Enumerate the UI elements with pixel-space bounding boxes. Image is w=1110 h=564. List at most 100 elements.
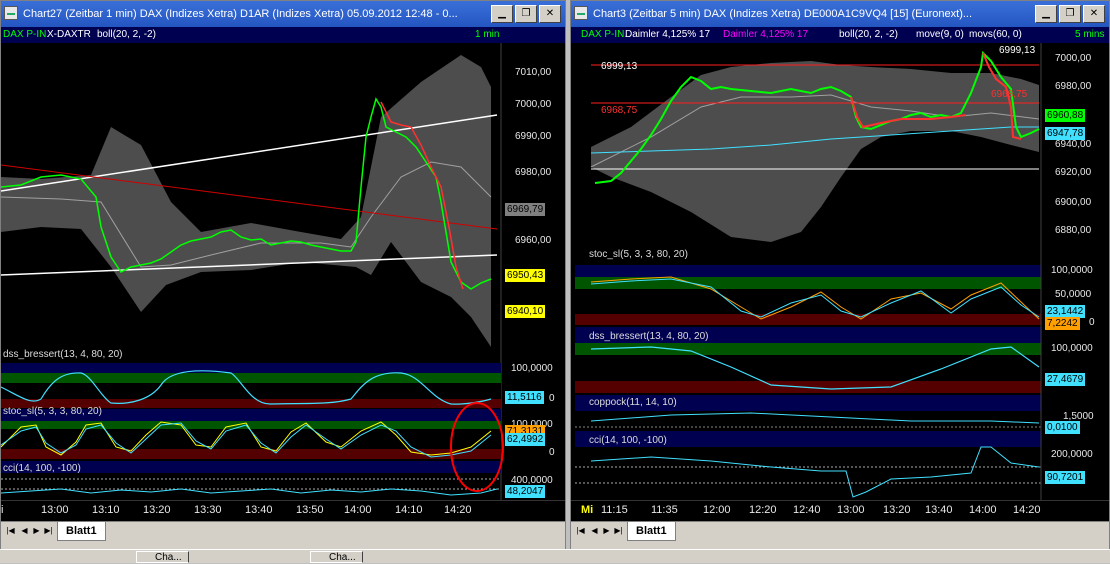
last-sheet-icon[interactable]: ▶| xyxy=(43,524,54,538)
cci-value: 48,2047 xyxy=(505,485,546,498)
movs-label: movs(60, 0) xyxy=(969,29,1022,40)
dss-value: 11,5116 xyxy=(505,391,544,404)
prev-sheet-icon[interactable]: ◀ xyxy=(589,524,600,538)
first-sheet-icon[interactable]: |◀ xyxy=(575,524,586,538)
time-tick: 14:20 xyxy=(1013,504,1041,516)
chart-app-icon[interactable] xyxy=(574,6,588,20)
last-sheet-icon[interactable]: ▶| xyxy=(613,524,624,538)
price-tick: 6980,00 xyxy=(1055,81,1092,92)
stoc-axis-bottom: 0 xyxy=(1089,317,1095,328)
bollinger-label: boll(20, 2, -2) xyxy=(839,29,898,40)
time-tick: 13:30 xyxy=(194,504,222,516)
time-tick: 13:40 xyxy=(925,504,953,516)
chart-app-icon[interactable] xyxy=(4,6,18,20)
time-tick: i xyxy=(1,504,4,516)
time-axis: Mi 11:15 11:35 12:00 12:20 12:40 13:00 1… xyxy=(571,500,1109,521)
time-tick: 13:20 xyxy=(143,504,171,516)
time-tick: 11:15 xyxy=(601,504,628,516)
taskbar-item[interactable]: Cha... xyxy=(136,551,189,563)
time-tick: 14:20 xyxy=(444,504,472,516)
interval-label: 5 mins xyxy=(1075,29,1105,40)
time-tick: 13:00 xyxy=(837,504,865,516)
chart3-area[interactable]: DAX P-IN. Daimler 4,125% 17 Daimler 4,12… xyxy=(571,27,1109,521)
time-tick: 13:10 xyxy=(92,504,120,516)
close-button[interactable]: ✕ xyxy=(539,5,561,23)
price-box-yellow: 6950,43 xyxy=(505,269,546,282)
next-sheet-icon[interactable]: ▶ xyxy=(601,524,612,538)
line-label: 6968,75 xyxy=(991,89,1028,100)
taskbar-item[interactable]: Cha... xyxy=(310,551,363,563)
price-box-cyan: 6947,78 xyxy=(1045,127,1086,140)
chart3-window[interactable]: Chart3 (Zeitbar 5 min) DAX (Indizes Xetr… xyxy=(570,0,1110,550)
chart3-titlebar[interactable]: Chart3 (Zeitbar 5 min) DAX (Indizes Xetr… xyxy=(571,1,1109,27)
dss-value: 27,4679 xyxy=(1045,373,1086,386)
time-tick: 12:00 xyxy=(703,504,731,516)
next-sheet-icon[interactable]: ▶ xyxy=(31,524,42,538)
line-label: 6968,75 xyxy=(601,105,638,116)
cci-panel-label: cci(14, 100, -100) xyxy=(589,435,667,446)
restore-button[interactable]: ❐ xyxy=(1059,5,1081,23)
time-tick: 12:40 xyxy=(793,504,821,516)
price-box-green: 6960,88 xyxy=(1045,109,1086,122)
stoc-value: 62,4992 xyxy=(505,433,546,446)
window-title: Chart3 (Zeitbar 5 min) DAX (Indizes Xetr… xyxy=(593,8,973,20)
sheet-tabbar: |◀ ◀ ▶ ▶| Blatt1 xyxy=(571,521,1109,542)
coppock-value: 0,0100 xyxy=(1045,421,1080,434)
time-tick: 13:20 xyxy=(883,504,911,516)
chart-header-left: DAX P-IN. xyxy=(581,29,628,40)
price-tick: 6960,00 xyxy=(515,235,552,246)
bollinger-label: boll(20, 2, -2) xyxy=(97,29,156,40)
chart27-svg xyxy=(1,27,565,514)
price-tick: 6940,00 xyxy=(1055,139,1092,150)
sheet-tabbar: |◀ ◀ ▶ ▶| Blatt1 xyxy=(1,521,565,542)
close-button[interactable]: ✕ xyxy=(1083,5,1105,23)
chart-instrument-label-2: Daimler 4,125% 17 xyxy=(723,29,809,40)
dss-axis-bottom: 0 xyxy=(549,393,555,404)
line-label: 6999,13 xyxy=(601,61,638,72)
cci-panel-label: cci(14, 100, -100) xyxy=(3,463,81,474)
chart3-svg xyxy=(571,27,1109,512)
tab-blatt1[interactable]: Blatt1 xyxy=(57,522,106,541)
tab-blatt1[interactable]: Blatt1 xyxy=(627,522,676,541)
price-tick: 7000,00 xyxy=(1055,53,1092,64)
prev-sheet-icon[interactable]: ◀ xyxy=(19,524,30,538)
time-axis: i 13:00 13:10 13:20 13:30 13:40 13:50 14… xyxy=(1,500,565,521)
price-box-gray: 6969,79 xyxy=(505,203,546,216)
stoc-value-alt: 7,2242 xyxy=(1045,317,1080,330)
time-tick: 11:35 xyxy=(651,504,678,516)
line-label: 6999,13 xyxy=(999,45,1036,56)
stoc-panel-label: stoc_sl(5, 3, 3, 80, 20) xyxy=(589,249,688,260)
time-tick: 14:00 xyxy=(344,504,372,516)
coppock-panel-label: coppock(11, 14, 10) xyxy=(589,397,677,408)
chart27-area[interactable]: DAX P-IN. X-DAXTR boll(20, 2, -2) 1 min … xyxy=(1,27,565,521)
price-tick: 6880,00 xyxy=(1055,225,1092,236)
time-tick: 14:10 xyxy=(395,504,423,516)
window-title: Chart27 (Zeitbar 1 min) DAX (Indizes Xet… xyxy=(23,8,458,20)
first-sheet-icon[interactable]: |◀ xyxy=(5,524,16,538)
chart-instrument-label: X-DAXTR xyxy=(47,29,91,40)
chart27-window[interactable]: Chart27 (Zeitbar 1 min) DAX (Indizes Xet… xyxy=(0,0,566,550)
dss-axis-top: 100,0000 xyxy=(511,363,553,374)
price-tick: 7000,00 xyxy=(515,99,552,110)
price-tick: 6980,00 xyxy=(515,167,552,178)
move-label: move(9, 0) xyxy=(916,29,964,40)
cci-value: 90,7201 xyxy=(1045,471,1086,484)
time-tick: 13:50 xyxy=(296,504,324,516)
time-tick: Mi xyxy=(581,504,594,516)
interval-label: 1 min xyxy=(475,29,500,40)
stoc-axis-bottom: 0 xyxy=(549,447,555,458)
price-tick: 6900,00 xyxy=(1055,197,1092,208)
chart27-titlebar[interactable]: Chart27 (Zeitbar 1 min) DAX (Indizes Xet… xyxy=(1,1,565,27)
chart-instrument-label: Daimler 4,125% 17 xyxy=(625,29,711,40)
price-tick: 6920,00 xyxy=(1055,167,1092,178)
time-tick: 14:00 xyxy=(969,504,997,516)
dss-panel-label: dss_bressert(13, 4, 80, 20) xyxy=(3,349,123,360)
price-tick: 7010,00 xyxy=(515,67,552,78)
minimize-button[interactable]: ▁ xyxy=(1035,5,1057,23)
taskbar: Cha... Cha... xyxy=(0,549,1110,563)
cci-axis-top: 200,0000 xyxy=(1051,449,1093,460)
dss-axis-top: 100,0000 xyxy=(1051,343,1093,354)
minimize-button[interactable]: ▁ xyxy=(491,5,513,23)
restore-button[interactable]: ❐ xyxy=(515,5,537,23)
chart-header-left: DAX P-IN. xyxy=(3,29,50,40)
